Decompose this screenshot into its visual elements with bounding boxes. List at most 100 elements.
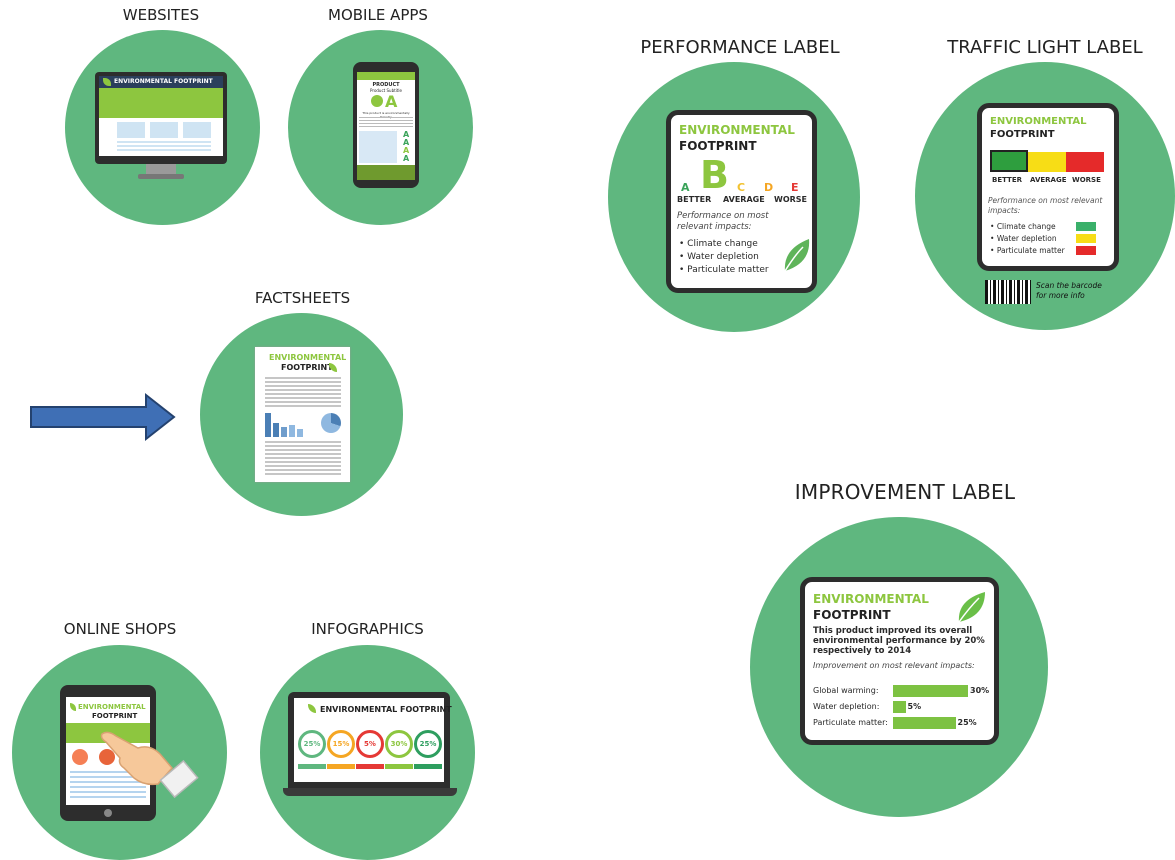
impact-3: • Particulate matter [679,265,769,275]
infographic-ring-tag [385,764,413,769]
factsheet-bar-1 [265,413,271,437]
phone: PRODUCT Product Subtitle A This product … [353,62,419,188]
traffic-impact-1-color [1076,222,1096,231]
traffic-card: ENVIRONMENTAL FOOTPRINT BETTER AVERAGE W… [977,103,1119,271]
scale-better: BETTER [677,195,712,204]
laptop-screen: ENVIRONMENTAL FOOTPRINT 25% 15% 5% 30% 25% [294,698,452,782]
traffic-subtitle: Performance on most relevant impacts: [988,196,1103,215]
improvement-brand-1: ENVIRONMENTAL [813,592,929,606]
website-text-lines [117,141,211,151]
infographic-rings: 25% 15% 5% 30% 25% [296,730,442,778]
impact-label: Water depletion [687,252,759,262]
infographic-ring-tag [414,764,442,769]
factsheet-brand-1: ENVIRONMENTAL [269,353,347,362]
phone-list [359,131,397,163]
monitor-screen: ENVIRONMENTAL FOOTPRINT [99,76,223,156]
factsheet-text-top [265,377,341,407]
impact-label: Climate change [687,239,758,249]
traffic-impact-2-color [1076,234,1096,243]
traffic-scale-average: AVERAGE [1030,176,1067,184]
monitor: ENVIRONMENTAL FOOTPRINT [95,72,227,164]
performance-subtitle: Performance on most relevant impacts: [677,211,769,232]
online-title: ONLINE SHOPS [63,620,177,638]
improvement-brand-2: FOOTPRINT [813,608,891,622]
phone-side-grade-4: A [403,154,410,163]
traffic-better-box [990,150,1028,172]
impact-2: • Water depletion [679,252,759,262]
monitor-base [138,174,184,179]
impact-label: Water depletion [996,234,1057,243]
infographic-ring: 30% [385,730,413,758]
phone-text-lines [359,117,413,129]
factsheet-text-bottom [265,441,341,475]
traffic-impact-1: • Climate change [990,222,1056,231]
laptop-base [283,788,457,796]
traffic-impact-3: • Particulate matter [990,246,1065,255]
improvement-row-1-label: Global warming: [813,686,879,695]
improvement-value-2: 5% [907,702,922,711]
infographic-ring: 25% [414,730,442,758]
improvement-value-1: 30% [970,686,990,695]
website-header: ENVIRONMENTAL FOOTPRINT [99,76,223,88]
website-block-3 [183,122,211,138]
grade-c: C [737,181,746,194]
factsheet-bar-2 [273,423,279,437]
infographic-ring-tag [298,764,326,769]
grade-e: E [791,181,799,194]
improvement-card: ENVIRONMENTAL FOOTPRINT This product imp… [800,577,999,745]
traffic-worse-box [1066,152,1104,172]
websites-title: WEBSITES [122,6,200,24]
leaf-icon [308,704,316,713]
improvement-bar-particulate-matter [893,717,956,729]
factsheet-bar-4 [289,425,295,437]
improvement-bar-water-depletion [893,701,906,713]
phone-footer [357,165,415,180]
impact-label: Climate change [996,222,1056,231]
factsheet-page: ENVIRONMENTAL FOOTPRINT [255,347,350,482]
improvement-title: IMPROVEMENT LABEL [794,480,1016,504]
infographic-ring: 5% [356,730,384,758]
website-block-1 [117,122,145,138]
laptop-brand: ENVIRONMENTAL FOOTPRINT [320,705,452,714]
factsheet-bar-chart [265,411,307,437]
traffic-average-box [1028,152,1066,172]
factsheet-bar-5 [297,429,303,437]
smiley-icon [371,95,383,107]
traffic-brand-1: ENVIRONMENTAL [990,116,1087,127]
performance-brand-2: FOOTPRINT [679,139,757,153]
traffic-scale-worse: WORSE [1072,176,1101,184]
website-block-2 [150,122,178,138]
leaf-icon [70,703,76,711]
grade-a: A [681,181,690,194]
product-red [72,749,88,765]
traffic-brand-2: FOOTPRINT [990,129,1055,140]
leaf-icon [958,592,985,623]
factsheet-brand-2: FOOTPRINT [281,363,333,372]
phone-header [357,72,415,80]
phone-grade: A [385,92,398,111]
scale-average: AVERAGE [723,195,765,204]
performance-card: ENVIRONMENTAL FOOTPRINT A B C D E BETTER… [666,110,817,293]
infographic-ring-tag [327,764,355,769]
website-banner [99,88,223,118]
factsheet-bar-3 [281,427,287,437]
factsheet-pie [321,413,341,433]
grade-d: D [764,181,774,194]
traffic-impact-2: • Water depletion [990,234,1057,243]
traffic-scale-better: BETTER [992,176,1022,184]
performance-title: PERFORMANCE LABEL [640,37,840,58]
leaf-icon [103,78,111,86]
infographic-ring-tag [356,764,384,769]
factsheets-title: FACTSHEETS [254,289,351,307]
traffic-impact-3-color [1076,246,1096,255]
impact-label: Particulate matter [687,265,769,275]
arrow-right-icon [30,392,176,442]
improvement-row-3-label: Particulate matter: [813,718,888,727]
hand-pointer-icon [100,731,199,799]
leaf-icon [784,239,810,272]
traffic-title: TRAFFIC LIGHT LABEL [947,37,1143,58]
website-brand: ENVIRONMENTAL FOOTPRINT [114,78,213,85]
infographics-title: INFOGRAPHICS [311,620,424,638]
tablet-brand-1: ENVIRONMENTAL [78,703,146,711]
improvement-subtitle: Improvement on most relevant impacts: [813,661,975,670]
